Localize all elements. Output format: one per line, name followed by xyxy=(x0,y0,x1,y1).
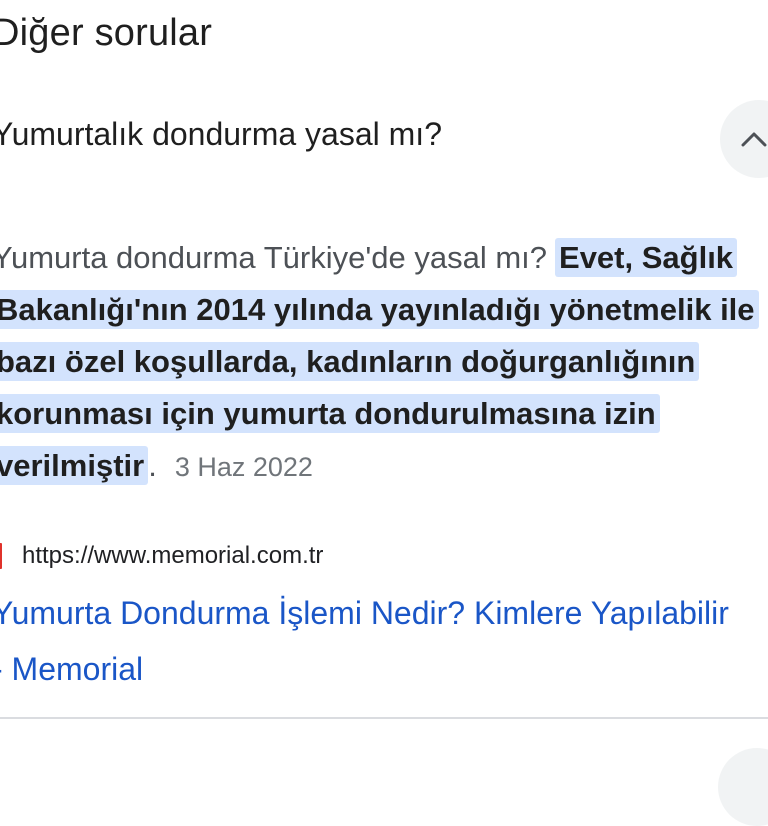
answer-highlight-4: korunması için yumurta dondurulmasına iz… xyxy=(0,394,660,433)
answer-highlight-2: Bakanlığı'nın 2014 yılında yayınladığı y… xyxy=(0,290,759,329)
answer-lead: Yumurta dondurma Türkiye'de yasal mı? xyxy=(0,240,548,275)
site-favicon-icon xyxy=(0,543,2,569)
question-text[interactable]: Yumurtalık dondurma yasal mı? xyxy=(0,116,442,153)
source-row[interactable]: https://www.memorial.com.tr xyxy=(0,538,323,574)
chevron-up-icon xyxy=(741,132,767,147)
answer-highlight-1: Evet, Sağlık xyxy=(555,238,738,277)
answer-line-1: Yumurta dondurma Türkiye'de yasal mı? Eve… xyxy=(0,232,768,284)
result-title-link[interactable]: Yumurta Dondurma İşlemi Nedir? Kimlere Y… xyxy=(0,585,768,697)
answer-date: 3 Haz 2022 xyxy=(174,452,313,482)
result-title-line-2[interactable]: - Memorial xyxy=(0,641,768,697)
answer-line-4: korunması için yumurta dondurulmasına iz… xyxy=(0,388,768,440)
result-title-line-1[interactable]: Yumurta Dondurma İşlemi Nedir? Kimlere Y… xyxy=(0,585,768,641)
answer-highlight-3: bazı özel koşullarda, kadınların doğurga… xyxy=(0,342,700,381)
answer-line-2: Bakanlığı'nın 2014 yılında yayınladığı y… xyxy=(0,284,768,336)
answer-trailing: . xyxy=(148,448,157,483)
answer-line-3: bazı özel koşullarda, kadınların doğurga… xyxy=(0,336,768,388)
section-title: Diğer sorular xyxy=(0,12,213,54)
answer-snippet: Yumurta dondurma Türkiye'de yasal mı? Eve… xyxy=(0,232,768,492)
question-row[interactable]: Yumurtalık dondurma yasal mı? xyxy=(0,100,768,178)
collapse-button[interactable] xyxy=(720,100,768,178)
next-question-toggle[interactable] xyxy=(718,748,768,826)
answer-line-5: verilmiştir. 3 Haz 2022 xyxy=(0,440,768,492)
source-url[interactable]: https://www.memorial.com.tr xyxy=(22,542,323,570)
divider xyxy=(0,717,768,719)
answer-highlight-5: verilmiştir xyxy=(0,446,149,485)
